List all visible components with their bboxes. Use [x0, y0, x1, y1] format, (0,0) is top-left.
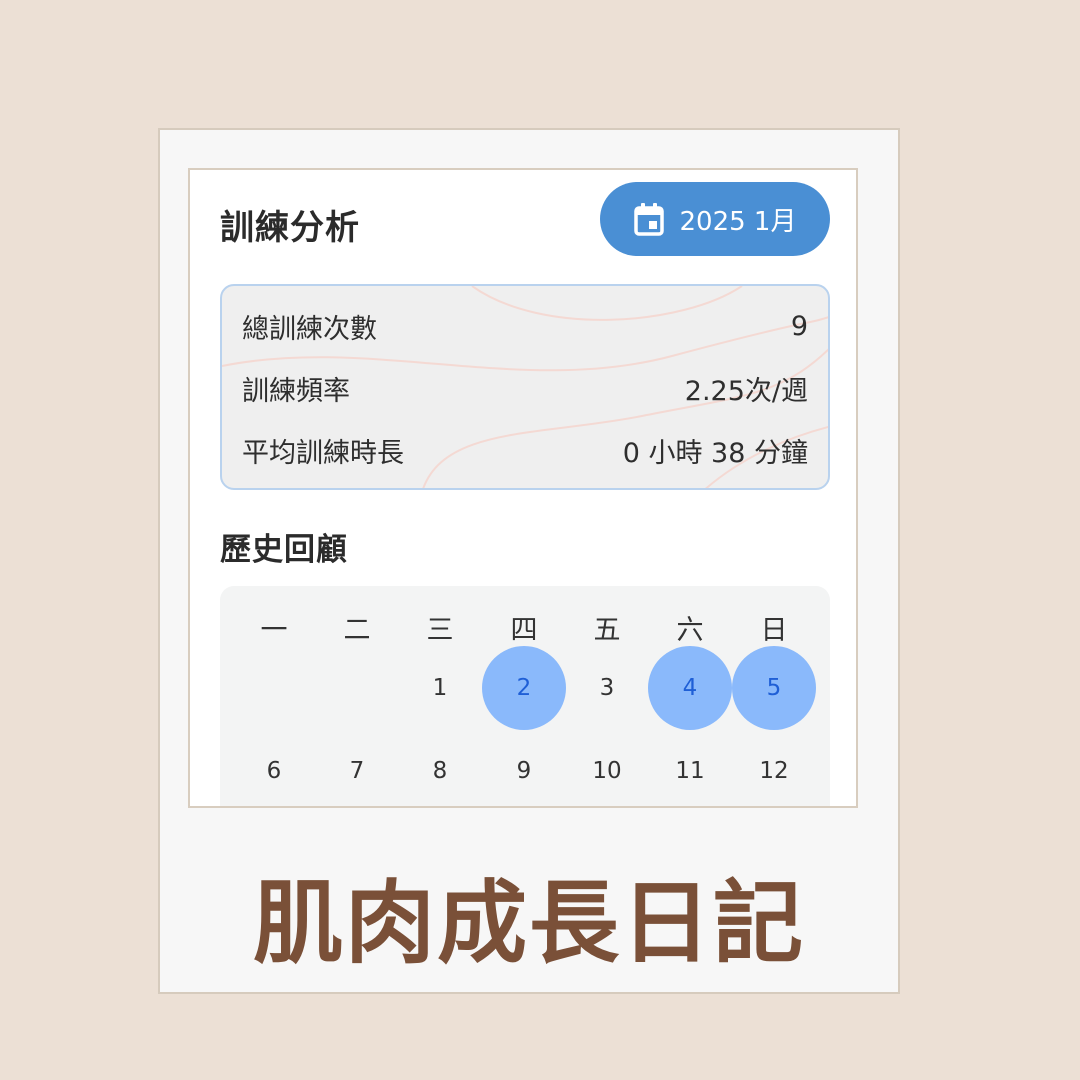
calendar-day[interactable]: 3 — [565, 646, 649, 730]
calendar-day-trained[interactable]: 4 — [648, 646, 732, 730]
stat-value: 9 — [790, 310, 808, 342]
stat-value: 2.25次/週 — [684, 375, 808, 407]
stat-label: 總訓練次數 — [242, 313, 377, 345]
calendar-day[interactable]: 11 — [648, 729, 732, 806]
calendar-day[interactable]: 8 — [398, 729, 482, 806]
calendar-icon — [633, 202, 664, 236]
stat-row-frequency: 訓練頻率 2.25次/週 — [242, 368, 808, 408]
calendar-day-trained[interactable]: 5 — [732, 646, 816, 730]
stat-label: 訓練頻率 — [242, 375, 350, 407]
calendar-day-trained[interactable]: 2 — [482, 646, 566, 730]
weekday-header: 一 — [260, 614, 288, 646]
stat-row-total: 總訓練次數 9 — [242, 306, 808, 346]
stats-card: 總訓練次數 9 訓練頻率 2.25次/週 平均訓練時長 0 小時 38 分鐘 — [220, 284, 830, 490]
calendar-day[interactable]: 1 — [398, 646, 482, 730]
calendar-day[interactable]: 10 — [565, 729, 649, 806]
brand-title: 肌肉成長日記 — [253, 871, 805, 976]
calendar-day[interactable]: 6 — [232, 729, 316, 806]
history-title: 歷史回顧 — [220, 532, 348, 568]
calendar-day[interactable]: 12 — [732, 729, 816, 806]
month-label: 2025 1月 — [679, 206, 797, 237]
calendar-day[interactable]: 7 — [315, 729, 399, 806]
weekday-header: 二 — [343, 614, 371, 646]
calendar-day[interactable]: 9 — [482, 729, 566, 806]
stat-row-duration: 平均訓練時長 0 小時 38 分鐘 — [242, 430, 808, 470]
month-picker-button[interactable]: 2025 1月 — [600, 182, 830, 256]
app-screen: 訓練分析 2025 1月 總訓練次數 9 訓練頻率 2.25次/週 平均訓練時長… — [188, 168, 858, 808]
stat-value: 0 小時 38 分鐘 — [622, 437, 808, 469]
stat-label: 平均訓練時長 — [242, 437, 404, 469]
page-title: 訓練分析 — [220, 208, 360, 248]
history-calendar: 一二三四五六日 1 2 3 4 5 6 7 8 9 10 11 12 — [220, 586, 830, 806]
